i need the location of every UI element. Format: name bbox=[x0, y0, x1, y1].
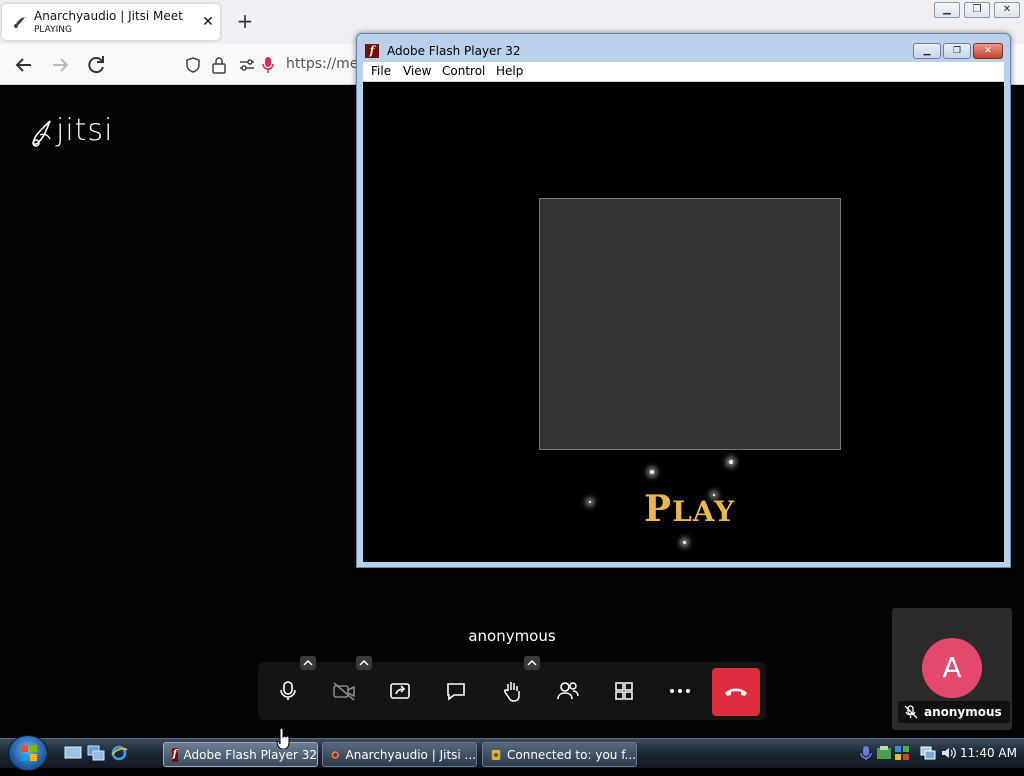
windows-logo-icon bbox=[21, 745, 37, 761]
browser-minimize-button[interactable]: ▁ bbox=[934, 2, 960, 18]
camera-button[interactable] bbox=[322, 669, 366, 713]
dominant-speaker-name: anonymous bbox=[468, 627, 556, 645]
taskbar-item-connection[interactable]: Connected to: you f... bbox=[482, 742, 637, 767]
meeting-toolbar bbox=[258, 656, 766, 720]
tray-security-icon[interactable] bbox=[894, 745, 910, 761]
jitsi-favicon-icon bbox=[14, 17, 25, 28]
tray-microphone-icon[interactable] bbox=[859, 745, 873, 761]
tile-view-icon bbox=[615, 682, 633, 700]
flash-maximize-button[interactable]: ❐ bbox=[943, 43, 971, 59]
sparkle bbox=[650, 470, 654, 474]
reactions-chevron-icon[interactable] bbox=[524, 656, 540, 670]
taskbar-item-label: Connected to: you f... bbox=[507, 747, 636, 762]
participants-button[interactable] bbox=[546, 669, 590, 713]
microphone-button[interactable] bbox=[266, 669, 310, 713]
microphone-icon bbox=[280, 681, 296, 700]
forward-arrow-icon[interactable] bbox=[48, 53, 72, 77]
tile-view-button[interactable] bbox=[602, 669, 646, 713]
participants-icon bbox=[557, 682, 579, 700]
volume-icon[interactable] bbox=[940, 745, 956, 761]
screen-share-icon bbox=[390, 683, 410, 699]
browser-restore-button[interactable]: ❐ bbox=[964, 2, 990, 18]
play-rest-letters: LAY bbox=[672, 495, 736, 528]
start-button[interactable] bbox=[8, 735, 48, 771]
back-arrow-icon[interactable] bbox=[12, 53, 36, 77]
muted-microphone-icon bbox=[904, 705, 918, 719]
play-first-letter: P bbox=[644, 488, 673, 530]
play-button[interactable]: PLAY bbox=[644, 488, 735, 530]
browser-tab-jitsi[interactable]: Anarchyaudio | Jitsi Meet PLAYING ✕ bbox=[2, 4, 220, 40]
system-tray: 11:40 AM bbox=[856, 739, 1024, 769]
show-desktop-icon[interactable] bbox=[64, 745, 82, 761]
flash-menu-bar: File View Control Help bbox=[363, 62, 1004, 82]
reload-icon[interactable] bbox=[84, 53, 108, 77]
camera-off-icon bbox=[333, 682, 355, 701]
leave-meeting-button[interactable] bbox=[712, 668, 760, 716]
switch-windows-icon[interactable] bbox=[87, 745, 105, 761]
screen-share-button[interactable] bbox=[378, 669, 422, 713]
flash-minimize-button[interactable]: ▁ bbox=[913, 43, 941, 59]
jitsi-logo-icon bbox=[32, 120, 51, 147]
jitsi-logo-text: jitsi bbox=[56, 113, 114, 148]
flash-window-title: Adobe Flash Player 32 bbox=[387, 44, 521, 58]
permissions-icon[interactable] bbox=[238, 57, 256, 73]
tracking-shield-icon[interactable] bbox=[184, 56, 202, 74]
browser-close-button[interactable]: ✕ bbox=[994, 2, 1020, 18]
raise-hand-button[interactable] bbox=[490, 669, 534, 713]
thumbnail-name: anonymous bbox=[924, 705, 1002, 719]
taskbar-item-firefox[interactable]: Anarchyaudio | Jitsi ... bbox=[322, 742, 477, 767]
taskbar-item-label: Anarchyaudio | Jitsi ... bbox=[345, 747, 477, 762]
flash-stage[interactable]: PLAY bbox=[363, 82, 1004, 562]
flash-title-bar[interactable]: f Adobe Flash Player 32 bbox=[365, 41, 520, 61]
tab-playing-status: PLAYING bbox=[34, 25, 72, 35]
hangup-phone-icon bbox=[725, 688, 747, 696]
flash-content-panel bbox=[539, 198, 841, 450]
menu-control[interactable]: Control bbox=[442, 64, 485, 78]
jitsi-logo[interactable]: jitsi bbox=[30, 113, 120, 153]
thumbnail-name-label: anonymous bbox=[898, 701, 1010, 723]
chat-icon bbox=[447, 683, 465, 701]
flash-player-icon: f bbox=[172, 747, 178, 762]
raise-hand-icon bbox=[504, 682, 520, 702]
more-dots-icon bbox=[670, 689, 690, 693]
microphone-in-use-icon[interactable] bbox=[262, 56, 274, 74]
address-bar[interactable]: https://meet bbox=[176, 50, 376, 80]
hand-cursor-icon bbox=[276, 727, 290, 749]
windows-taskbar: f Adobe Flash Player 32 Anarchyaudio | J… bbox=[0, 735, 1024, 771]
internet-explorer-icon[interactable] bbox=[110, 745, 128, 761]
video-settings-chevron-icon[interactable] bbox=[356, 656, 372, 670]
avatar: A bbox=[922, 638, 982, 698]
taskbar-item-flash[interactable]: f Adobe Flash Player 32 bbox=[163, 742, 318, 767]
sparkle bbox=[729, 460, 733, 464]
lock-icon[interactable] bbox=[211, 56, 227, 74]
new-tab-button[interactable]: + bbox=[234, 10, 256, 32]
chat-button[interactable] bbox=[434, 669, 478, 713]
tab-title: Anarchyaudio | Jitsi Meet bbox=[34, 9, 183, 23]
menu-view[interactable]: View bbox=[403, 64, 431, 78]
more-actions-button[interactable] bbox=[658, 669, 702, 713]
taskbar-item-label: Adobe Flash Player 32 bbox=[183, 747, 317, 762]
menu-help[interactable]: Help bbox=[496, 64, 523, 78]
flash-player-icon: f bbox=[365, 44, 379, 58]
flash-close-button[interactable]: ✕ bbox=[973, 43, 1003, 59]
participant-thumbnail[interactable]: A anonymous bbox=[892, 608, 1012, 730]
taskbar-clock[interactable]: 11:40 AM bbox=[960, 746, 1017, 760]
network-icon[interactable] bbox=[920, 745, 936, 761]
firefox-icon bbox=[331, 750, 339, 759]
menu-file[interactable]: File bbox=[371, 64, 391, 78]
tab-close-icon[interactable]: ✕ bbox=[198, 12, 218, 32]
tray-app-icon[interactable] bbox=[876, 745, 892, 761]
connection-app-icon bbox=[491, 749, 501, 760]
sparkle bbox=[683, 541, 686, 544]
audio-settings-chevron-icon[interactable] bbox=[300, 656, 316, 670]
sparkle bbox=[589, 501, 591, 503]
flash-player-window[interactable]: f Adobe Flash Player 32 ▁ ❐ ✕ File View … bbox=[356, 33, 1011, 568]
